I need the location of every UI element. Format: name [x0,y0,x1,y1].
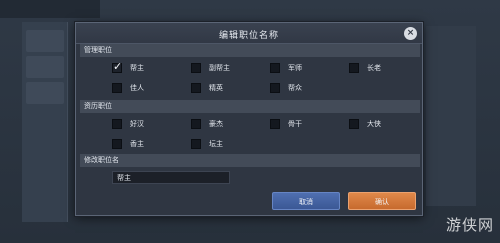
checkbox[interactable] [191,63,201,73]
dialog-title: 编辑职位名称 [218,31,279,41]
edit-position-name-dialog: 编辑职位名称 × 管理职位 ✓ 帮主 副帮主 军师 长老 佳人 精英 帮众 资历… [75,22,423,216]
option-label: 骨干 [288,120,302,128]
option-label: 帮众 [288,84,302,92]
option-haohan[interactable]: 好汉 [112,118,144,130]
option-junshi[interactable]: 军师 [270,62,302,74]
checkbox[interactable] [270,63,280,73]
checkbox[interactable] [270,83,280,93]
watermark-logo: 游侠网 [445,216,494,234]
section-seniority-header: 资历职位 [80,100,420,113]
checkbox[interactable] [270,119,280,129]
section-management-header: 管理职位 [80,44,420,57]
option-bangzhong[interactable]: 帮众 [270,82,302,94]
option-label: 豪杰 [209,120,223,128]
option-label: 大侠 [367,120,381,128]
background-tab [26,30,64,52]
confirm-button[interactable]: 确认 [348,192,416,210]
checkbox[interactable] [112,119,122,129]
close-icon[interactable]: × [404,27,417,40]
option-label: 佳人 [130,84,144,92]
option-xiangzhu[interactable]: 香主 [112,138,144,150]
option-label: 帮主 [130,64,144,72]
option-haojie[interactable]: 豪杰 [191,118,223,130]
background-tab [26,56,64,78]
option-fubangzhu[interactable]: 副帮主 [191,62,230,74]
option-label: 香主 [130,140,144,148]
option-bangzhu[interactable]: ✓ 帮主 [112,60,144,74]
option-zhanglao[interactable]: 长老 [349,62,381,74]
checkbox[interactable] [191,119,201,129]
background-right-panel [426,26,476,206]
option-label: 军师 [288,64,302,72]
checkbox[interactable]: ✓ [112,60,123,73]
background-top-bar [0,0,100,18]
dialog-header: 编辑职位名称 × [76,23,422,44]
option-jingying[interactable]: 精英 [191,82,223,94]
option-label: 副帮主 [209,64,230,72]
option-label: 好汉 [130,120,144,128]
position-name-input[interactable] [112,171,230,184]
option-jiaren[interactable]: 佳人 [112,82,144,94]
checkbox[interactable] [349,119,359,129]
option-gugan[interactable]: 骨干 [270,118,302,130]
checkbox[interactable] [191,139,201,149]
option-label: 精英 [209,84,223,92]
checkbox[interactable] [112,139,122,149]
option-tanzhu[interactable]: 坛主 [191,138,223,150]
option-daxia[interactable]: 大侠 [349,118,381,130]
checkbox[interactable] [191,83,201,93]
option-label: 长老 [367,64,381,72]
checkbox[interactable] [349,63,359,73]
option-label: 坛主 [209,140,223,148]
checkmark-icon: ✓ [113,60,123,73]
background-sidebar [22,22,68,222]
checkbox[interactable] [112,83,122,93]
cancel-button[interactable]: 取消 [272,192,340,210]
section-rename-header: 修改职位名 [80,154,420,167]
background-tab [26,82,64,104]
